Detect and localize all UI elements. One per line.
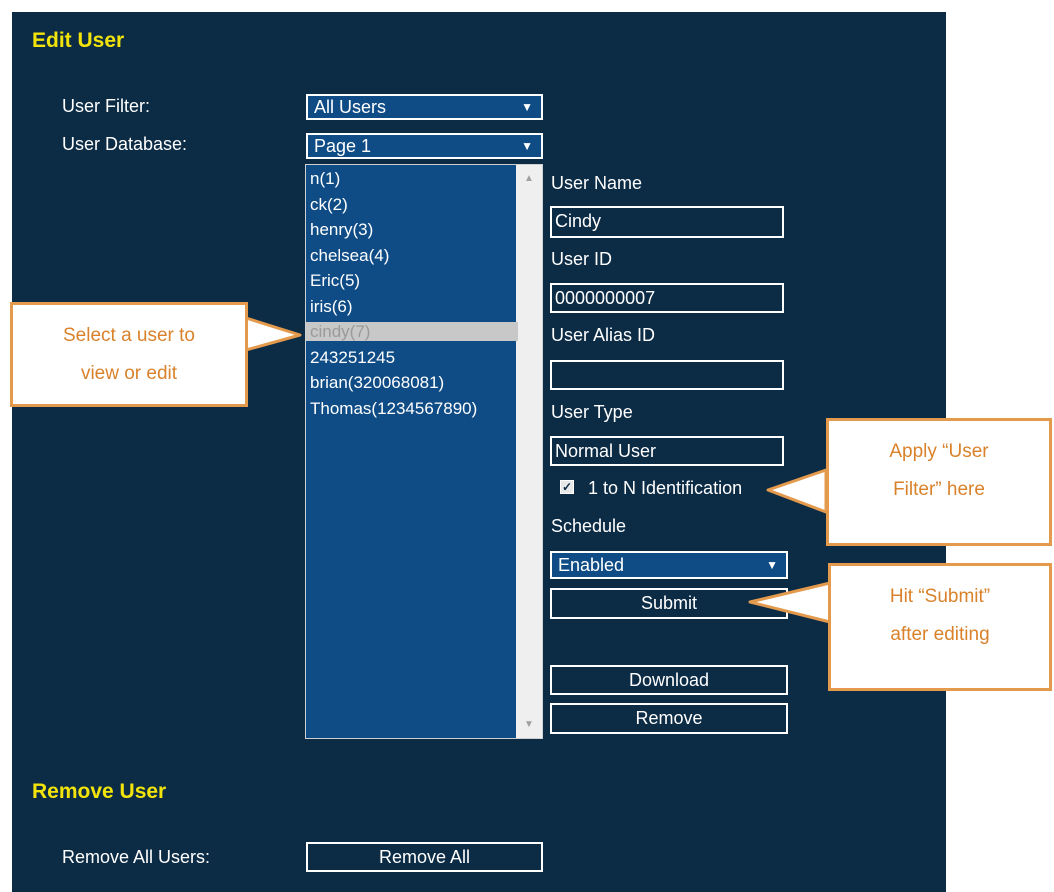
- callout-hit-submit-line2: after editing: [890, 624, 990, 645]
- callout-pointer-select: [244, 316, 302, 352]
- callout-apply-filter-line2: Filter” here: [893, 479, 985, 500]
- callout-apply-filter-line1: Apply “User: [889, 441, 989, 462]
- callout-select-user: Select a user to view or edit: [10, 302, 248, 407]
- callout-pointer-submit: [748, 581, 832, 624]
- callout-hit-submit: Hit “Submit” after editing: [828, 563, 1052, 691]
- callout-select-user-line1: Select a user to: [62, 325, 196, 346]
- callout-apply-filter: Apply “User Filter” here: [826, 418, 1052, 546]
- callout-pointer-filter: [766, 468, 828, 514]
- callout-select-user-line2: view or edit: [80, 363, 178, 384]
- callout-hit-submit-line1: Hit “Submit”: [889, 586, 991, 607]
